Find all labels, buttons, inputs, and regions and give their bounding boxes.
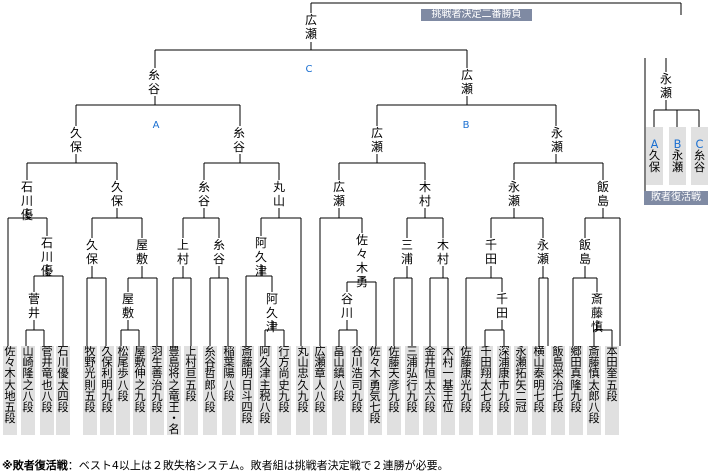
player-cell: 屋 敷 伸 之 九 段	[133, 346, 147, 435]
repechage-box-b: B永 瀬	[669, 127, 686, 185]
r2-winner-2: 久 保	[110, 180, 123, 208]
player-cell: 佐 藤 康 光 九 段	[459, 346, 473, 435]
semifinal-winner-right: 広 瀬	[460, 68, 473, 96]
group-a-label: A	[152, 120, 160, 131]
player-cell: 久 保 利 明 九 段	[100, 346, 114, 435]
repechage-name-c: 糸 谷	[693, 149, 706, 174]
repechage-box-a: A久 保	[646, 127, 663, 185]
group-c-label: C	[305, 64, 313, 75]
player-cell: 郷 田 真 隆 九 段	[569, 346, 583, 435]
repechage-winner-name: 永 瀬	[659, 72, 672, 100]
player-cell: 谷 川 浩 司 九 段	[350, 346, 364, 435]
group-b-label: B	[462, 120, 470, 131]
player-cell: 豊 島 将 之 竜 王 ・ 名 人	[167, 346, 181, 435]
player-cell: 羽 生 善 治 九 段	[150, 346, 164, 435]
player-cell: 稲 葉 陽 八 段	[222, 346, 236, 435]
footnote-text: ：ベスト4以上は２敗失格システム。敗者組は挑戦者決定戦で２連勝が必要。	[67, 459, 449, 472]
r1-winner-11: 谷 川	[340, 292, 353, 320]
r1-winner-5: 屋 敷	[121, 292, 134, 320]
r1-winner-12: 三 浦	[400, 238, 413, 266]
r1-winner-14: 千 田	[484, 238, 497, 266]
player-cell: 丸 山 忠 久 九 段	[296, 346, 310, 435]
footnote-bold: ※敗者復活戦	[2, 459, 68, 472]
player-cell: 千 田 翔 太 七 段	[479, 346, 493, 435]
r2-winner-4: 丸 山	[272, 180, 285, 208]
player-cell: 糸 谷 哲 郎 八 段	[203, 346, 217, 435]
player-cell: 佐 々 木 大 地 五 段	[3, 346, 17, 435]
r3-winner-1: 久 保	[69, 126, 82, 154]
player-cell: 木 村 一 基 王 位	[441, 346, 455, 435]
player-cell: 行 方 尚 史 九 段	[277, 346, 291, 435]
player-cell: 斎 藤 明 日 斗 四 段	[240, 346, 254, 435]
r1-winner-10: 佐 々 木 勇	[355, 233, 368, 289]
repechage-name-a: 久 保	[648, 149, 661, 174]
r1-winner-3: 久 保	[85, 238, 98, 266]
player-cell: 斎 藤 慎 太 郎 八 段	[587, 346, 601, 435]
r3-winner-3: 広 瀬	[370, 126, 383, 154]
challenger-decider-banner: 挑戦者決定二番勝負	[421, 9, 532, 21]
r1-winner-1: 石 川 優	[40, 236, 53, 278]
player-cell: 菅 井 竜 也 八 段	[40, 346, 54, 435]
r1-winner-17: 飯 島	[578, 238, 591, 266]
semifinal-winner-left: 糸 谷	[147, 68, 160, 96]
r1-winner-16: 永 瀬	[536, 238, 549, 266]
player-cell: 三 浦 弘 行 九 段	[405, 346, 419, 435]
final-winner-name: 広 瀬	[304, 13, 317, 41]
player-cell: 松 尾 歩 八 段	[116, 346, 130, 435]
player-cell: 深 浦 康 市 九 段	[497, 346, 511, 435]
r1-winner-7: 糸 谷	[212, 238, 225, 266]
r2-winner-8: 飯 島	[596, 180, 609, 208]
footnote: ※敗者復活戦：ベスト4以上は２敗失格システム。敗者組は挑戦者決定戦で２連勝が必要…	[2, 457, 449, 473]
r2-winner-7: 永 瀬	[507, 180, 520, 208]
player-cell: 金 井 恒 太 六 段	[423, 346, 437, 435]
r1-winner-9: 阿 久 津	[265, 292, 278, 334]
player-cell: 飯 島 栄 治 七 段	[551, 346, 565, 435]
player-cell: 佐 々 木 勇 気 七 段	[368, 346, 382, 435]
player-cell: 横 山 泰 明 七 段	[532, 346, 546, 435]
r2-winner-5: 広 瀬	[332, 180, 345, 208]
repechage-box-c: C糸 谷	[691, 127, 708, 185]
r1-winner-8: 阿 久 津	[254, 236, 267, 278]
repechage-banner: 敗者復活戦	[644, 191, 708, 205]
player-cell: 上 村 亘 五 段	[184, 346, 198, 435]
r1-winner-13: 木 村	[436, 238, 449, 266]
r1-winner-2: 菅 井	[27, 292, 40, 320]
player-cell: 阿 久 津 主 税 八 段	[258, 346, 272, 435]
player-cell: 畠 山 鎮 八 段	[332, 346, 346, 435]
r1-winner-6: 上 村	[176, 238, 189, 266]
r1-winner-4: 屋 敷	[135, 238, 148, 266]
tournament-bracket: 挑戦者決定二番勝負 広 瀬 C A B 糸 谷 広 瀬 久 保 糸 谷 広 瀬 …	[0, 0, 711, 473]
player-cell: 石 川 優 太 四 段	[56, 346, 70, 435]
r2-winner-3: 糸 谷	[197, 180, 210, 208]
player-cell: 本 田 奎 五 段	[605, 346, 619, 435]
player-cell: 佐 藤 天 彦 九 段	[387, 346, 401, 435]
r2-winner-1: 石 川 優	[20, 180, 33, 222]
player-cell: 広 瀬 章 人 八 段	[313, 346, 327, 435]
player-cell: 山 崎 隆 之 八 段	[21, 346, 35, 435]
repechage-name-b: 永 瀬	[671, 149, 684, 174]
r1-winner-18: 斎 藤 慎	[590, 292, 603, 334]
r1-winner-15: 千 田	[495, 292, 508, 320]
player-cell: 牧 野 光 則 五 段	[83, 346, 97, 435]
r3-winner-4: 永 瀬	[550, 126, 563, 154]
r3-winner-2: 糸 谷	[232, 126, 245, 154]
player-cell: 永 瀬 拓 矢 二 冠	[514, 346, 528, 435]
r2-winner-6: 木 村	[418, 180, 431, 208]
